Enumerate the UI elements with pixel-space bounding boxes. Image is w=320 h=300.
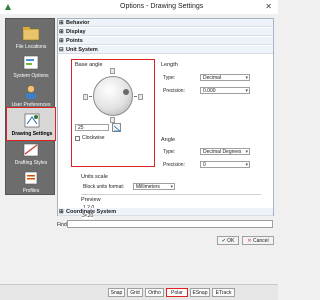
tree-row-points[interactable]: ⊞ Points [58, 37, 273, 45]
collapse-icon[interactable]: ⊟ [59, 46, 64, 54]
dial-tick [134, 96, 137, 97]
title-bar: Options - Drawing Settings ✕ [0, 0, 278, 14]
expand-icon[interactable]: ⊞ [59, 28, 64, 36]
preview-angle: 3<20 [82, 213, 94, 219]
tree-row-label: Display [66, 29, 86, 35]
find-input[interactable] [67, 220, 273, 228]
angle-90-button[interactable] [110, 68, 115, 74]
polar-toggle[interactable]: Polar [166, 288, 188, 297]
tree-row-display[interactable]: ⊞ Display [58, 28, 273, 36]
angle-type-value: Decimal Degrees [203, 149, 242, 155]
chevron-down-icon: ▾ [170, 184, 173, 190]
drawing-settings-icon [24, 113, 40, 128]
angle-180-button[interactable] [83, 94, 88, 100]
pick-angle-button[interactable] [112, 123, 122, 132]
options-content: ⊞ Behavior ⊞ Display ⊞ Points ⊟ Unit Sys… [57, 18, 274, 216]
tree-row-behavior[interactable]: ⊞ Behavior [58, 19, 273, 27]
length-title: Length [161, 62, 178, 68]
expand-icon[interactable]: ⊞ [59, 37, 64, 45]
units-scale-title: Units scale [81, 174, 108, 180]
base-angle-group: Base angle 25 Clockwise [71, 59, 155, 167]
cancel-label: Cancel [253, 238, 269, 244]
base-angle-input[interactable]: 25 [75, 124, 109, 131]
ortho-toggle[interactable]: Ortho [145, 288, 164, 297]
tree-row-unit-system[interactable]: ⊟ Unit System [58, 46, 273, 54]
base-angle-title: Base angle [75, 62, 103, 68]
length-type-select[interactable]: Decimal ▾ [200, 74, 250, 81]
preview-title: Preview [81, 197, 101, 203]
snap-toggle[interactable]: Snap [108, 288, 125, 297]
status-bar: Snap Grid Ortho Polar ESnap ETrack [0, 284, 278, 300]
etrack-toggle[interactable]: ETrack [212, 288, 235, 297]
block-units-label: Block units format: [83, 184, 125, 190]
length-precision-value: 0.000 [203, 88, 216, 94]
ok-button[interactable]: ✔ OK [217, 236, 239, 245]
nav-item-drawing-settings[interactable]: Drawing Settings [6, 107, 56, 141]
esnap-toggle[interactable]: ESnap [190, 288, 210, 297]
nav-label: Profiles [22, 188, 40, 194]
ok-label: OK [227, 238, 235, 244]
angle-precision-label: Precision: [163, 162, 185, 168]
tree-row-label: Unit System [66, 47, 98, 53]
chevron-down-icon: ▾ [245, 149, 248, 155]
clockwise-label: Clockwise [82, 135, 105, 141]
angle-precision-select[interactable]: 0 ▾ [200, 161, 250, 168]
divider [81, 194, 261, 195]
nav-item-profiles[interactable]: Profiles [6, 165, 56, 199]
drafting-styles-icon [23, 143, 39, 157]
block-units-value: Millimeters [136, 184, 160, 190]
tree-row-label: Points [66, 38, 83, 44]
chevron-down-icon: ▾ [245, 162, 248, 168]
clockwise-checkbox[interactable] [75, 136, 80, 141]
angle-precision-value: 0 [203, 162, 206, 168]
check-icon: ✔ [221, 238, 226, 244]
base-angle-dial[interactable] [93, 76, 133, 116]
angle-title: Angle [161, 137, 176, 143]
profiles-icon [24, 171, 38, 185]
cancel-icon: ✕ [247, 238, 252, 244]
expand-icon[interactable]: ⊞ [59, 208, 64, 216]
length-precision-select[interactable]: 0.000 ▾ [200, 87, 250, 94]
expand-icon[interactable]: ⊞ [59, 19, 64, 27]
length-precision-label: Precision: [163, 88, 185, 94]
dial-handle[interactable] [123, 89, 129, 95]
grid-toggle[interactable]: Grid [127, 288, 143, 297]
tree-row-label: Behavior [66, 20, 90, 26]
dial-tick [89, 96, 92, 97]
block-units-select[interactable]: Millimeters ▾ [133, 183, 175, 190]
length-type-value: Decimal [203, 75, 222, 81]
window-title: Options - Drawing Settings [120, 3, 204, 10]
chevron-down-icon: ▾ [245, 75, 248, 81]
cancel-button[interactable]: ✕ Cancel [242, 236, 274, 245]
chevron-down-icon: ▾ [245, 88, 248, 94]
angle-0-button[interactable] [138, 94, 143, 100]
folder-icon [22, 27, 40, 41]
options-nav-panel: File Locations System Options User Prefe… [5, 18, 56, 195]
pick-angle-icon [113, 125, 122, 132]
length-type-label: Type: [163, 75, 176, 81]
app-logo-icon [5, 4, 11, 10]
angle-type-label: Type: [163, 149, 176, 155]
close-icon[interactable]: ✕ [265, 2, 272, 11]
angle-type-select[interactable]: Decimal Degrees ▾ [200, 148, 250, 155]
system-options-icon [23, 55, 39, 70]
user-preferences-icon [26, 85, 36, 99]
